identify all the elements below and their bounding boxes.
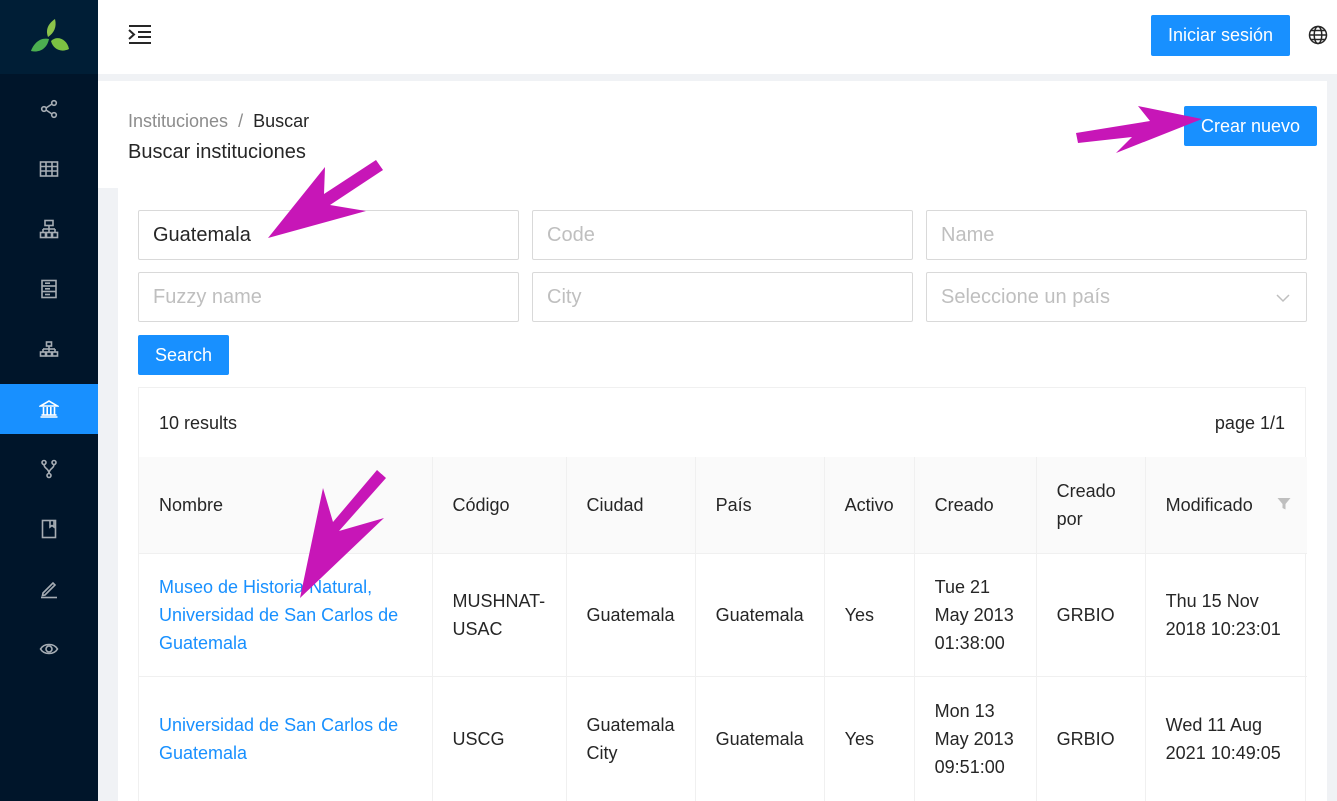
column-header-codigo[interactable]: Código xyxy=(432,457,567,554)
results-panel: 10 results page 1/1 Nombre Código Ciudad… xyxy=(138,387,1307,801)
search-query-input[interactable] xyxy=(138,210,519,260)
menu-unfold-icon[interactable] xyxy=(128,24,152,44)
page-header: Instituciones / Buscar Buscar institucione… xyxy=(98,81,1337,188)
cell-creado: Mon 13 May 2013 09:51:00 xyxy=(914,676,1037,801)
sidebar-item-institutions[interactable] xyxy=(0,384,98,434)
sidebar xyxy=(0,0,98,801)
table-icon xyxy=(39,161,59,177)
cell-creado: Tue 21 May 2013 01:38:00 xyxy=(914,553,1037,677)
cell-modificado: Wed 11 Aug 2021 10:49:05 xyxy=(1145,676,1307,801)
city-input[interactable] xyxy=(532,272,913,322)
sidebar-item-hierarchy[interactable] xyxy=(0,204,98,254)
eye-icon xyxy=(39,643,59,655)
scrollbar[interactable] xyxy=(1327,74,1337,801)
cell-ciudad: Guatemala City xyxy=(566,676,696,801)
cell-nombre: Universidad de San Carlos de Guatemala xyxy=(139,676,433,801)
content-card: Seleccione un país Search 10 results pag… xyxy=(118,188,1327,801)
sidebar-item-edit[interactable] xyxy=(0,564,98,614)
hierarchy-icon xyxy=(39,219,59,239)
sidebar-item-eye[interactable] xyxy=(0,624,98,674)
sidebar-item-book[interactable] xyxy=(0,504,98,554)
cell-ciudad: Guatemala xyxy=(566,553,696,677)
sidebar-item-share[interactable] xyxy=(0,84,98,134)
column-header-modificado-label: Modificado xyxy=(1165,494,1253,515)
code-input[interactable] xyxy=(532,210,913,260)
column-header-activo[interactable]: Activo xyxy=(824,457,915,554)
cell-codigo: MUSHNAT-USAC xyxy=(432,553,567,677)
institution-icon xyxy=(39,400,59,418)
results-count: 10 results xyxy=(159,413,238,433)
cell-activo: Yes xyxy=(824,553,915,677)
create-new-button[interactable]: Crear nuevo xyxy=(1184,106,1317,146)
column-header-creado-por[interactable]: Creado por xyxy=(1036,457,1146,554)
filter-icon[interactable] xyxy=(1277,497,1291,511)
cell-activo: Yes xyxy=(824,676,915,801)
table-row: Universidad de San Carlos de Guatemala U… xyxy=(139,676,1307,801)
top-header: Iniciar sesión xyxy=(98,0,1337,74)
sidebar-item-org-chart[interactable] xyxy=(0,324,98,374)
country-select[interactable]: Seleccione un país xyxy=(926,272,1307,322)
page-title: Buscar instituciones xyxy=(128,141,306,163)
app-logo[interactable] xyxy=(0,0,98,74)
globe-icon[interactable] xyxy=(1308,25,1328,45)
column-header-modificado[interactable]: Modificado xyxy=(1145,457,1307,554)
column-header-creado[interactable]: Creado xyxy=(914,457,1037,554)
database-icon xyxy=(41,279,57,299)
sidebar-item-database[interactable] xyxy=(0,264,98,314)
institution-link[interactable]: Universidad de San Carlos de Guatemala xyxy=(159,715,398,763)
cell-creado-por: GRBIO xyxy=(1036,553,1146,677)
book-icon xyxy=(41,519,57,539)
cell-creado-por: GRBIO xyxy=(1036,676,1146,801)
country-select-placeholder: Seleccione un país xyxy=(941,285,1111,308)
name-input[interactable] xyxy=(926,210,1307,260)
table-row: Museo de Historia Natural, Universidad d… xyxy=(139,553,1307,677)
results-table: Nombre Código Ciudad País Activo Creado … xyxy=(139,457,1307,801)
chevron-down-icon xyxy=(1276,294,1290,303)
org-chart-icon xyxy=(39,341,59,357)
sidebar-item-branch[interactable] xyxy=(0,444,98,494)
leaf-logo-icon xyxy=(31,19,69,52)
cell-pais: Guatemala xyxy=(695,676,825,801)
cell-codigo: USCG xyxy=(432,676,567,801)
breadcrumb-current: Buscar xyxy=(253,111,310,131)
edit-icon xyxy=(41,581,57,599)
branch-icon xyxy=(41,459,57,479)
breadcrumb: Instituciones / Buscar xyxy=(128,111,309,132)
fuzzy-name-input[interactable] xyxy=(138,272,519,322)
cell-nombre: Museo de Historia Natural, Universidad d… xyxy=(139,553,433,677)
breadcrumb-parent[interactable]: Instituciones xyxy=(128,111,228,131)
breadcrumb-separator: / xyxy=(238,111,244,131)
page-indicator: page 1/1 xyxy=(1214,413,1285,433)
cell-pais: Guatemala xyxy=(695,553,825,677)
cell-modificado: Thu 15 Nov 2018 10:23:01 xyxy=(1145,553,1307,677)
search-button[interactable]: Search xyxy=(138,335,229,375)
column-header-ciudad[interactable]: Ciudad xyxy=(566,457,696,554)
column-header-pais[interactable]: País xyxy=(695,457,825,554)
institution-link[interactable]: Museo de Historia Natural, Universidad d… xyxy=(159,577,398,653)
login-button[interactable]: Iniciar sesión xyxy=(1151,15,1290,56)
column-header-nombre[interactable]: Nombre xyxy=(139,457,433,554)
share-icon xyxy=(40,99,58,119)
sidebar-item-table[interactable] xyxy=(0,144,98,194)
